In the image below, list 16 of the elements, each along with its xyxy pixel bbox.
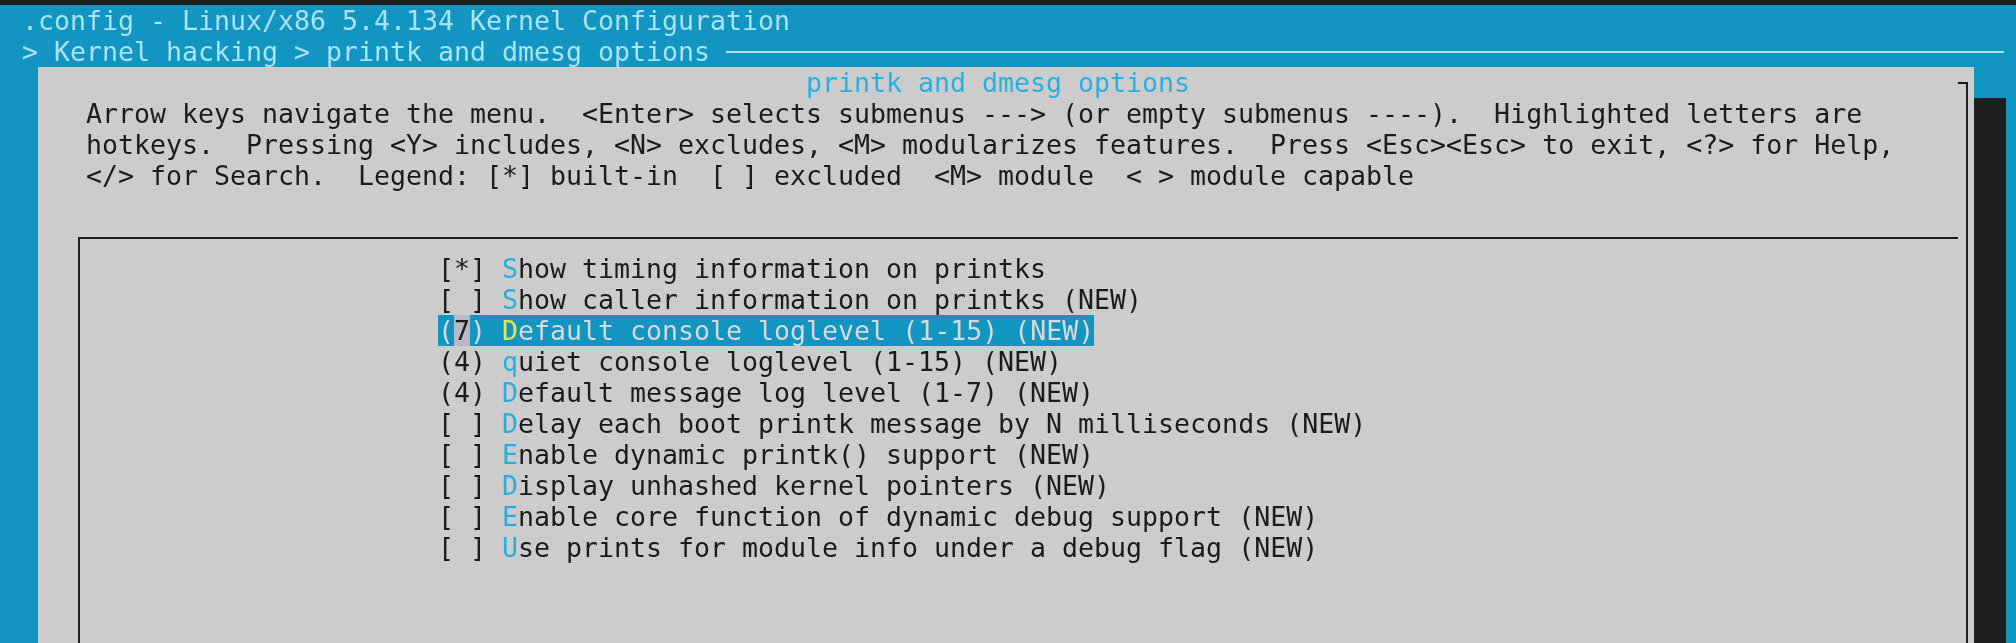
menu-item[interactable]: (7) Default console loglevel (1-15) (NEW) [438,315,1095,346]
menu-item[interactable]: [ ] Enable dynamic printk() support (NEW) [438,439,1095,470]
help-text: Arrow keys navigate the menu. <Enter> selects submenus ---> (or empty submenus ----). Highlighted letters are [86,98,1863,129]
help-text: </> for Search. Legend: [*] built-in [ ] excluded <M> module < > module capable [86,160,1415,191]
menu-item[interactable]: [ ] Display unhashed kernel pointers (NEW) [438,470,1111,501]
window-title: .config - Linux/x86 5.4.134 Kernel Configuration [22,5,791,36]
menu-item[interactable]: [ ] Delay each boot printk message by N milliseconds (NEW) [438,408,1367,439]
menu-item[interactable]: [*] Show timing information on printks [438,253,1047,284]
breadcrumb: > Kernel hacking > printk and dmesg options [22,36,711,67]
menu-item[interactable]: (4) quiet console loglevel (1-15) (NEW) [438,346,1063,377]
menu-item[interactable]: [ ] Show caller information on printks (NEW) [438,284,1143,315]
help-text: hotkeys. Pressing <Y> includes, <N> excludes, <M> modularizes features. Press <Esc><Esc> to exit, <?> for Help, [86,129,1895,160]
menu-item[interactable]: [ ] Use prints for module info under a debug flag (NEW) [438,532,1319,563]
menu-item[interactable]: (4) Default message log level (1-7) (NEW) [438,377,1095,408]
menu-item[interactable]: [ ] Enable core function of dynamic debug support (NEW) [438,501,1319,532]
dialog-title: printk and dmesg options [806,67,1191,98]
